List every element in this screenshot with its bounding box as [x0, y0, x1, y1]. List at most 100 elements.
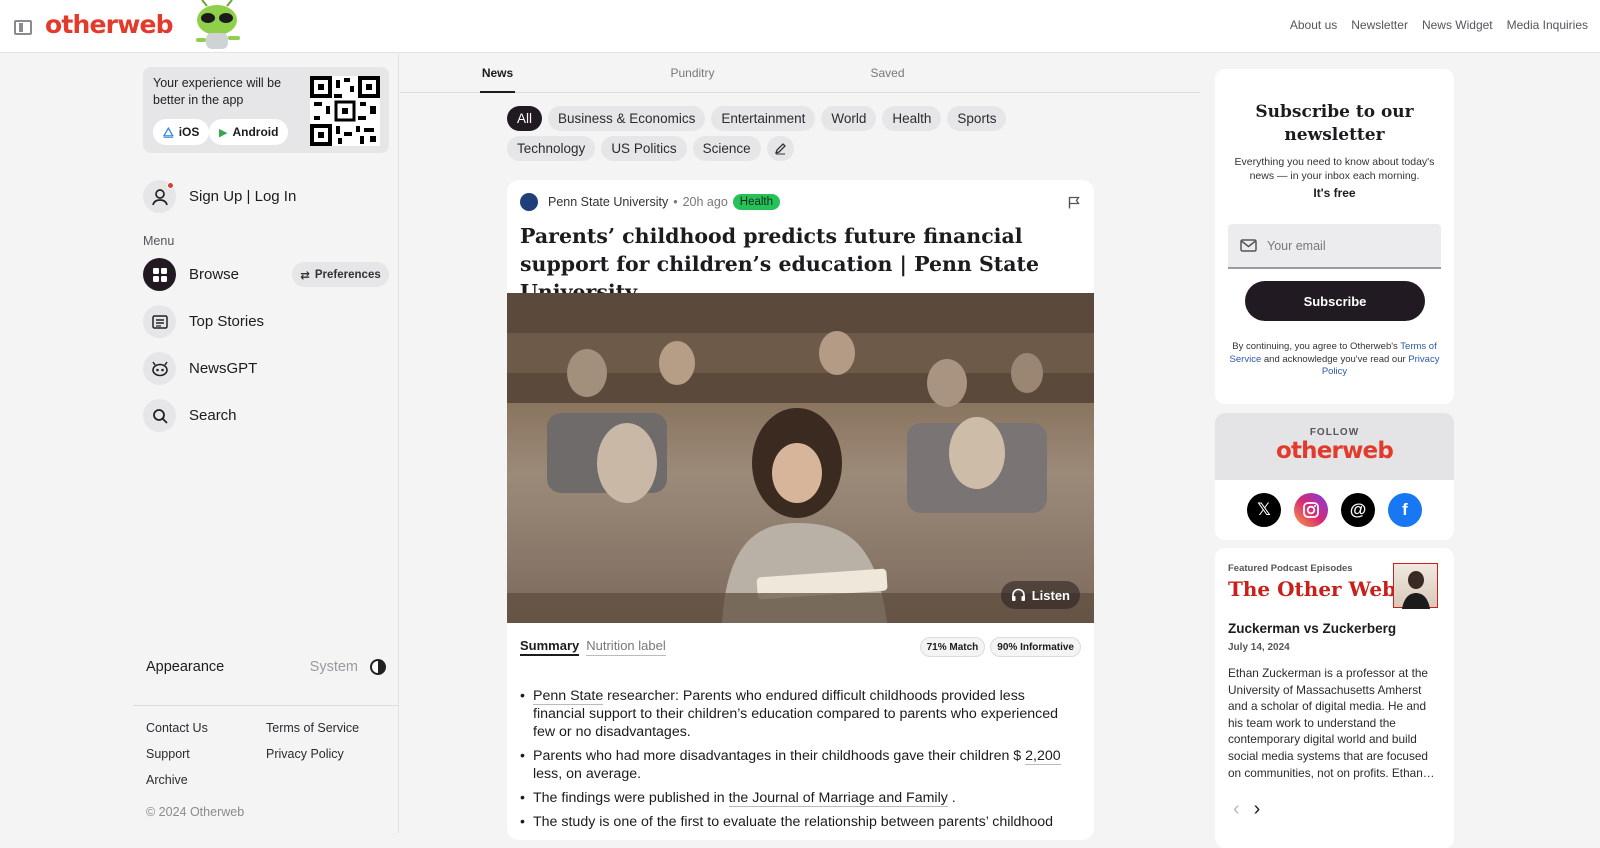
ios-button[interactable]: ⧋ iOS — [153, 119, 210, 145]
sidebar-item-label: NewsGPT — [189, 360, 258, 377]
podcast-cover[interactable] — [1393, 563, 1438, 609]
listen-button[interactable]: Listen — [1000, 581, 1080, 609]
sidebar-item-label: Browse — [189, 266, 240, 283]
nav-news-widget[interactable]: News Widget — [1422, 18, 1493, 32]
nav-about-us[interactable]: About us — [1290, 18, 1337, 32]
sidebar-item-newsgpt[interactable]: NewsGPT — [143, 352, 257, 385]
category-chip-sports[interactable]: Sports — [947, 106, 1007, 131]
sign-in-row[interactable]: Sign Up | Log In — [143, 180, 296, 213]
sidebar-item-top-stories[interactable]: Top Stories — [143, 305, 264, 338]
chevron-left-icon[interactable]: ‹ — [1233, 798, 1240, 821]
article-metrics: 71% Match 90% Informative — [919, 637, 1081, 657]
category-chip-business[interactable]: Business & Economics — [548, 106, 706, 131]
category-chip-all[interactable]: All — [507, 106, 543, 131]
instagram-icon[interactable] — [1294, 493, 1328, 527]
mail-icon — [1240, 239, 1257, 252]
episode-title[interactable]: Zuckerman vs Zuckerberg — [1228, 621, 1396, 636]
penn-state-logo-icon — [520, 193, 538, 211]
follow-label: FOLLOW — [1309, 427, 1360, 438]
footer-divider — [133, 705, 399, 706]
copyright: © 2024 Otherweb — [146, 805, 245, 819]
tab-nutrition-label[interactable]: Nutrition label — [586, 638, 666, 656]
left-sidebar: Your experience will be better in the ap… — [0, 53, 399, 833]
qr-code-icon — [310, 76, 380, 146]
app-promo: Your experience will be better in the ap… — [143, 67, 389, 153]
android-label: Android — [232, 125, 279, 139]
flag-icon[interactable] — [1068, 196, 1080, 209]
newsletter-title: Subscribe to our newsletter — [1255, 102, 1414, 145]
tab-punditry[interactable]: Punditry — [595, 53, 790, 92]
newsletter-legal: By continuing, you agree to Otherweb's T… — [1229, 341, 1440, 377]
right-column: Subscribe to our newsletter Everything y… — [1200, 53, 1600, 848]
email-placeholder: Your email — [1267, 238, 1326, 253]
footer-links: Contact Us Terms of Service Support Priv… — [146, 721, 376, 787]
tab-summary[interactable]: Summary — [520, 638, 580, 656]
article-image[interactable]: Listen — [507, 293, 1094, 623]
user-icon — [151, 188, 168, 205]
edit-categories-button[interactable] — [766, 136, 794, 161]
episode-description: Ethan Zuckerman is a professor at the Un… — [1228, 666, 1435, 780]
article-time: 20h ago — [682, 195, 728, 209]
sign-up-login-link[interactable]: Sign Up | Log In — [189, 188, 296, 205]
chevron-right-icon[interactable]: › — [1254, 798, 1261, 821]
category-chip-world[interactable]: World — [821, 106, 877, 131]
threads-icon[interactable]: @ — [1341, 493, 1375, 527]
terms-link[interactable]: Terms of Service — [266, 721, 376, 735]
search-icon — [143, 399, 176, 432]
entity-link[interactable]: Penn State — [533, 688, 604, 705]
privacy-link[interactable]: Privacy Policy — [266, 747, 376, 761]
subscribe-button[interactable]: Subscribe — [1245, 281, 1425, 321]
article-source-row: Penn State University • 20h ago Health — [520, 193, 781, 211]
preferences-label: Preferences — [314, 268, 381, 281]
notification-dot — [167, 182, 174, 189]
category-chip-science[interactable]: Science — [692, 136, 761, 161]
informative-badge[interactable]: 90% Informative — [990, 637, 1081, 657]
appearance-label: Appearance — [146, 659, 225, 675]
alien-mascot-icon — [196, 0, 240, 49]
article-source[interactable]: Penn State University — [548, 195, 668, 209]
email-field[interactable]: Your email — [1228, 224, 1441, 269]
podcast-card: Featured Podcast Episodes The Other Web … — [1215, 548, 1454, 848]
entity-link[interactable]: the Journal of Marriage and Family — [728, 790, 948, 807]
article-card[interactable]: Penn State University • 20h ago Health P… — [507, 180, 1094, 840]
follow-header: FOLLOW otherweb — [1215, 413, 1454, 480]
podcast-label: Featured Podcast Episodes — [1228, 563, 1353, 574]
x-icon[interactable]: 𝕏 — [1247, 493, 1281, 527]
android-button[interactable]: ▶ Android — [209, 119, 289, 145]
app-promo-text: Your experience will be better in the ap… — [153, 76, 282, 107]
category-chips: All Business & Economics Entertainment W… — [507, 106, 1097, 161]
robot-icon — [143, 352, 176, 385]
contrast-icon[interactable] — [370, 659, 386, 675]
archive-link[interactable]: Archive — [146, 773, 266, 787]
sidebar-item-browse[interactable]: Browse — [143, 258, 239, 291]
preferences-button[interactable]: ⇄ Preferences — [292, 262, 389, 287]
category-badge[interactable]: Health — [732, 194, 781, 210]
nav-newsletter[interactable]: Newsletter — [1351, 18, 1408, 32]
nav-media-inquiries[interactable]: Media Inquiries — [1507, 18, 1588, 32]
menu-label: Menu — [143, 234, 175, 248]
facebook-icon[interactable]: f — [1388, 493, 1422, 527]
summary-tabs: Summary Nutrition label — [520, 638, 666, 656]
newspaper-icon — [143, 305, 176, 338]
play-store-icon: ▶ — [219, 126, 228, 139]
category-chip-entertainment[interactable]: Entertainment — [711, 106, 816, 131]
sidebar-toggle-icon[interactable] — [14, 20, 32, 35]
support-link[interactable]: Support — [146, 747, 266, 761]
podcast-title[interactable]: The Other Web — [1228, 577, 1396, 601]
category-chip-technology[interactable]: Technology — [507, 136, 596, 161]
episode-date: July 14, 2024 — [1228, 642, 1290, 653]
match-badge[interactable]: 71% Match — [919, 637, 986, 657]
sidebar-item-search[interactable]: Search — [143, 399, 237, 432]
tab-saved[interactable]: Saved — [790, 53, 985, 92]
otherweb-logo[interactable]: otherweb — [45, 10, 174, 39]
category-chip-us-politics[interactable]: US Politics — [601, 136, 687, 161]
newsletter-card: Subscribe to our newsletter Everything y… — [1215, 69, 1454, 404]
entity-link[interactable]: 2,200 — [1025, 748, 1061, 765]
tab-news[interactable]: News — [400, 53, 595, 93]
follow-card: FOLLOW otherweb 𝕏 @ f — [1215, 413, 1454, 540]
contact-us-link[interactable]: Contact Us — [146, 721, 266, 735]
appearance-row[interactable]: Appearance System — [146, 659, 386, 675]
top-nav: About us Newsletter News Widget Media In… — [1290, 18, 1588, 32]
summary-bullets: Penn State researcher: Parents who endur… — [520, 687, 1080, 837]
category-chip-health[interactable]: Health — [882, 106, 942, 131]
